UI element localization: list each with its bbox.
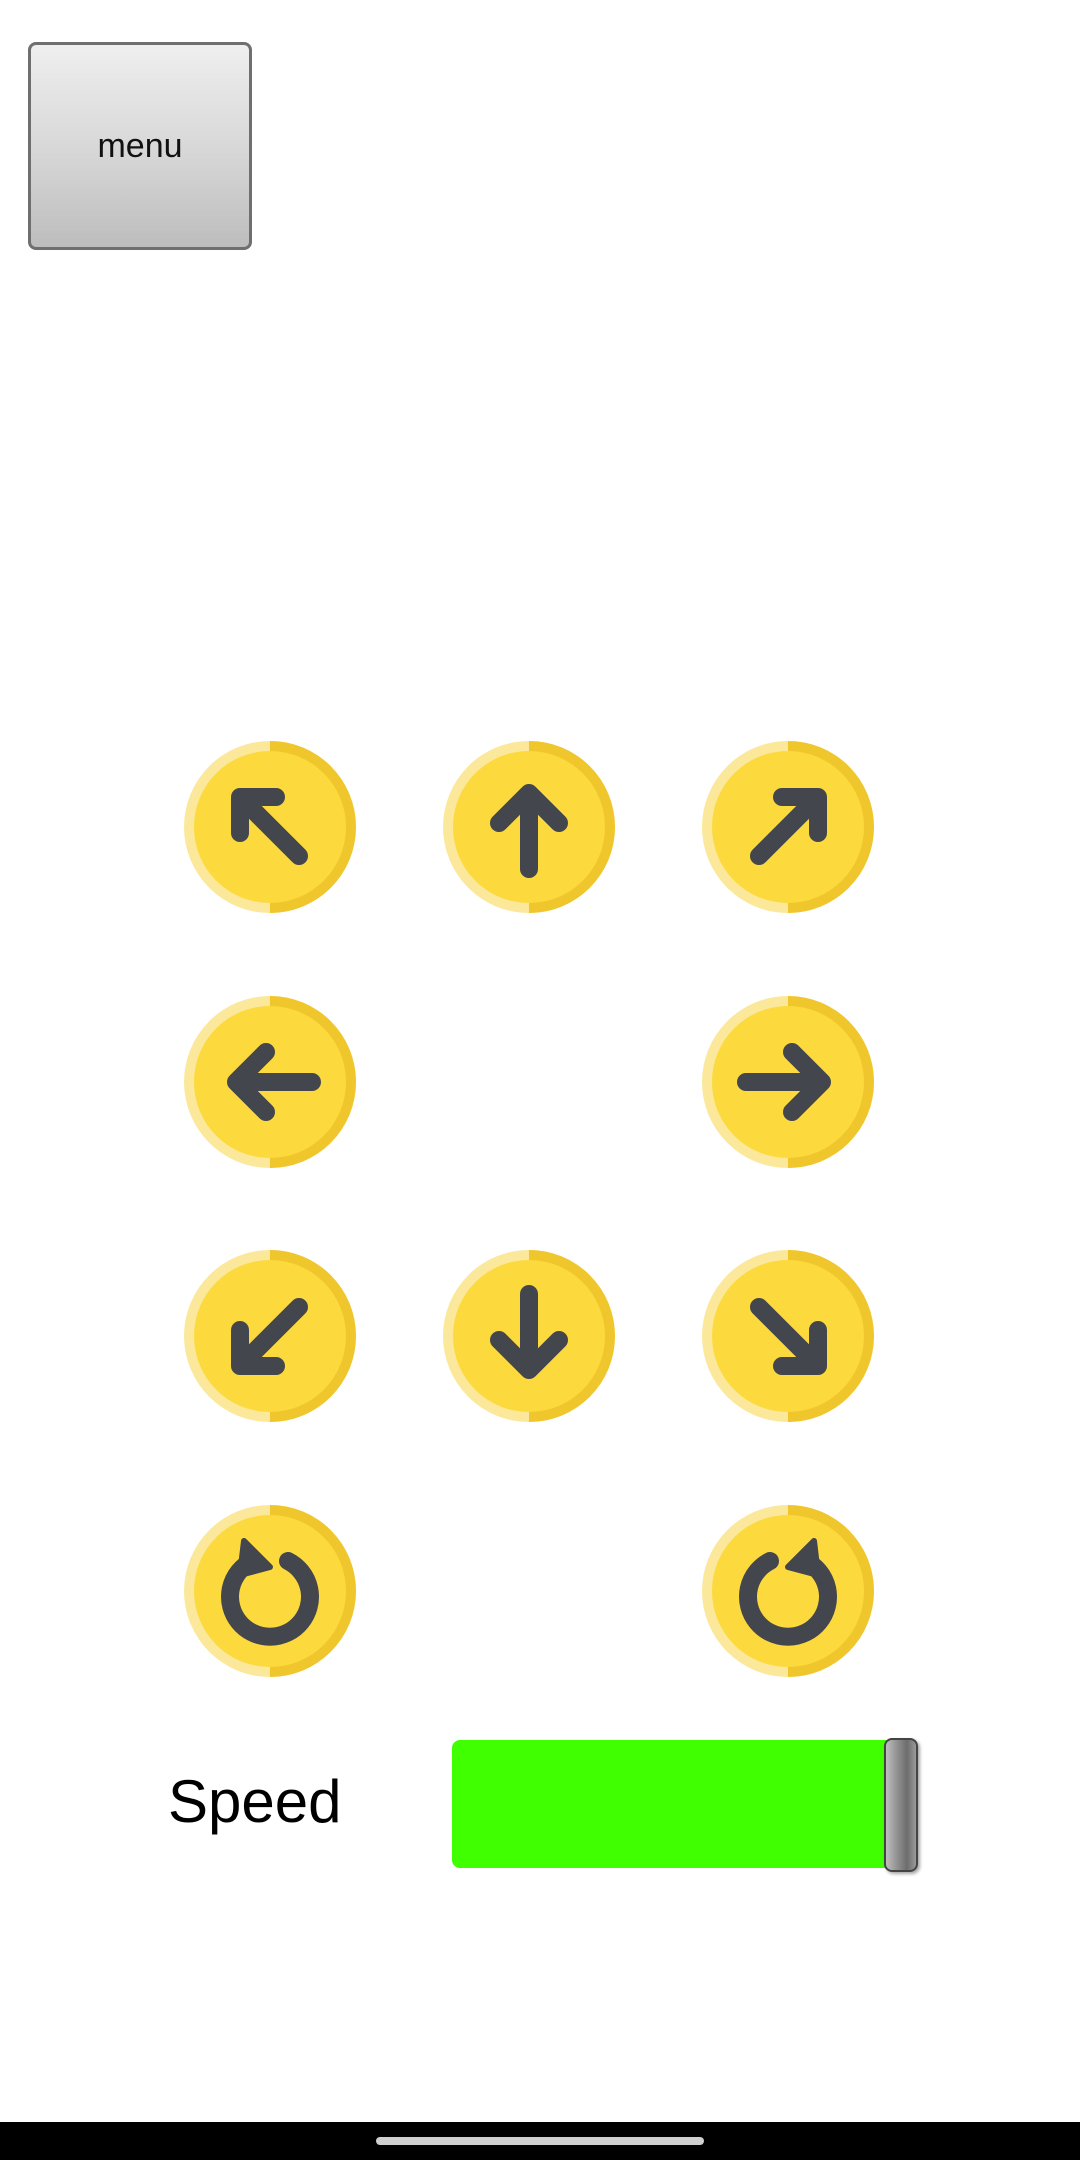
menu-button[interactable]: menu	[28, 42, 252, 250]
rotate-counterclockwise-icon	[184, 1505, 356, 1677]
arrow-up-left-icon	[184, 741, 356, 913]
arrow-down-left-icon	[184, 1250, 356, 1422]
move-left-button[interactable]	[184, 996, 356, 1168]
arrow-up-right-icon	[702, 741, 874, 913]
move-up-right-button[interactable]	[702, 741, 874, 913]
move-right-button[interactable]	[702, 996, 874, 1168]
home-indicator[interactable]	[376, 2137, 704, 2145]
rotate-clockwise-icon	[702, 1505, 874, 1677]
arrow-down-icon	[443, 1250, 615, 1422]
speed-label: Speed	[168, 1768, 342, 1835]
speed-slider-track	[452, 1740, 912, 1868]
move-down-right-button[interactable]	[702, 1250, 874, 1422]
arrow-down-right-icon	[702, 1250, 874, 1422]
speed-slider-thumb[interactable]	[884, 1738, 918, 1872]
move-down-left-button[interactable]	[184, 1250, 356, 1422]
move-down-button[interactable]	[443, 1250, 615, 1422]
speed-slider[interactable]	[452, 1738, 924, 1872]
rotate-left-button[interactable]	[184, 1505, 356, 1677]
arrow-right-icon	[702, 996, 874, 1168]
system-navigation-bar	[0, 2122, 1080, 2160]
move-up-button[interactable]	[443, 741, 615, 913]
move-up-left-button[interactable]	[184, 741, 356, 913]
arrow-up-icon	[443, 741, 615, 913]
app-screen: menu Speed	[0, 0, 1080, 2160]
arrow-left-icon	[184, 996, 356, 1168]
rotate-right-button[interactable]	[702, 1505, 874, 1677]
